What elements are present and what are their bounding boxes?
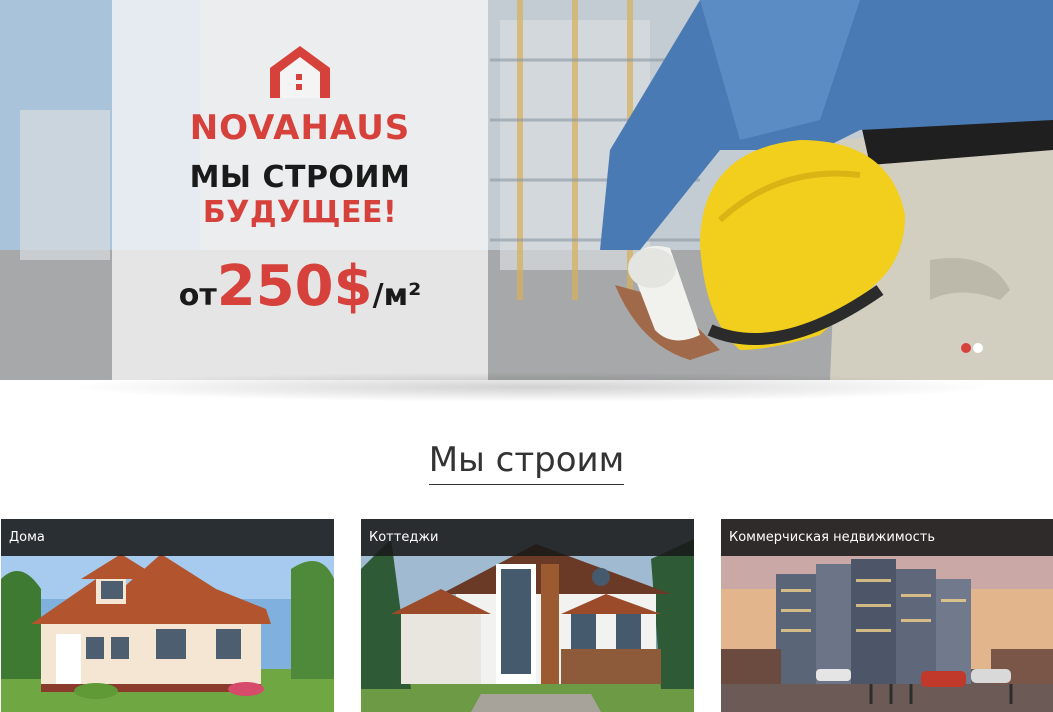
card-cottages[interactable]: Коттеджи — [361, 519, 694, 712]
price-block: от250$/м² — [112, 254, 488, 319]
slider-dots — [961, 338, 985, 357]
price-value: 250$ — [216, 254, 373, 319]
section-heading: Мы строим — [0, 440, 1053, 485]
slider-dot-2[interactable] — [973, 343, 983, 353]
price-prefix: от — [178, 278, 217, 313]
brand-name: NOVAHAUS — [189, 108, 411, 148]
price-unit: /м² — [372, 278, 422, 313]
hero-shadow — [60, 372, 1000, 402]
card-label: Дома — [1, 519, 334, 556]
hero-banner: NOVAHAUS МЫ СТРОИМ БУДУЩЕЕ! от250$/м² — [0, 0, 1053, 380]
promo-panel: NOVAHAUS МЫ СТРОИМ БУДУЩЕЕ! от250$/м² — [112, 0, 488, 380]
slider-dot-1[interactable] — [961, 343, 971, 353]
card-label: Коммерчиская недвижимость — [721, 519, 1053, 556]
card-label: Коттеджи — [361, 519, 694, 556]
headline-line-2: БУДУЩЕЕ! — [202, 195, 398, 230]
headline-line-1: МЫ СТРОИМ — [189, 160, 411, 195]
house-logo-icon — [112, 42, 488, 104]
card-commercial[interactable]: Коммерчиская недвижимость — [721, 519, 1053, 712]
section-title-text: Мы строим — [428, 440, 625, 485]
card-houses[interactable]: Дома — [1, 519, 334, 712]
